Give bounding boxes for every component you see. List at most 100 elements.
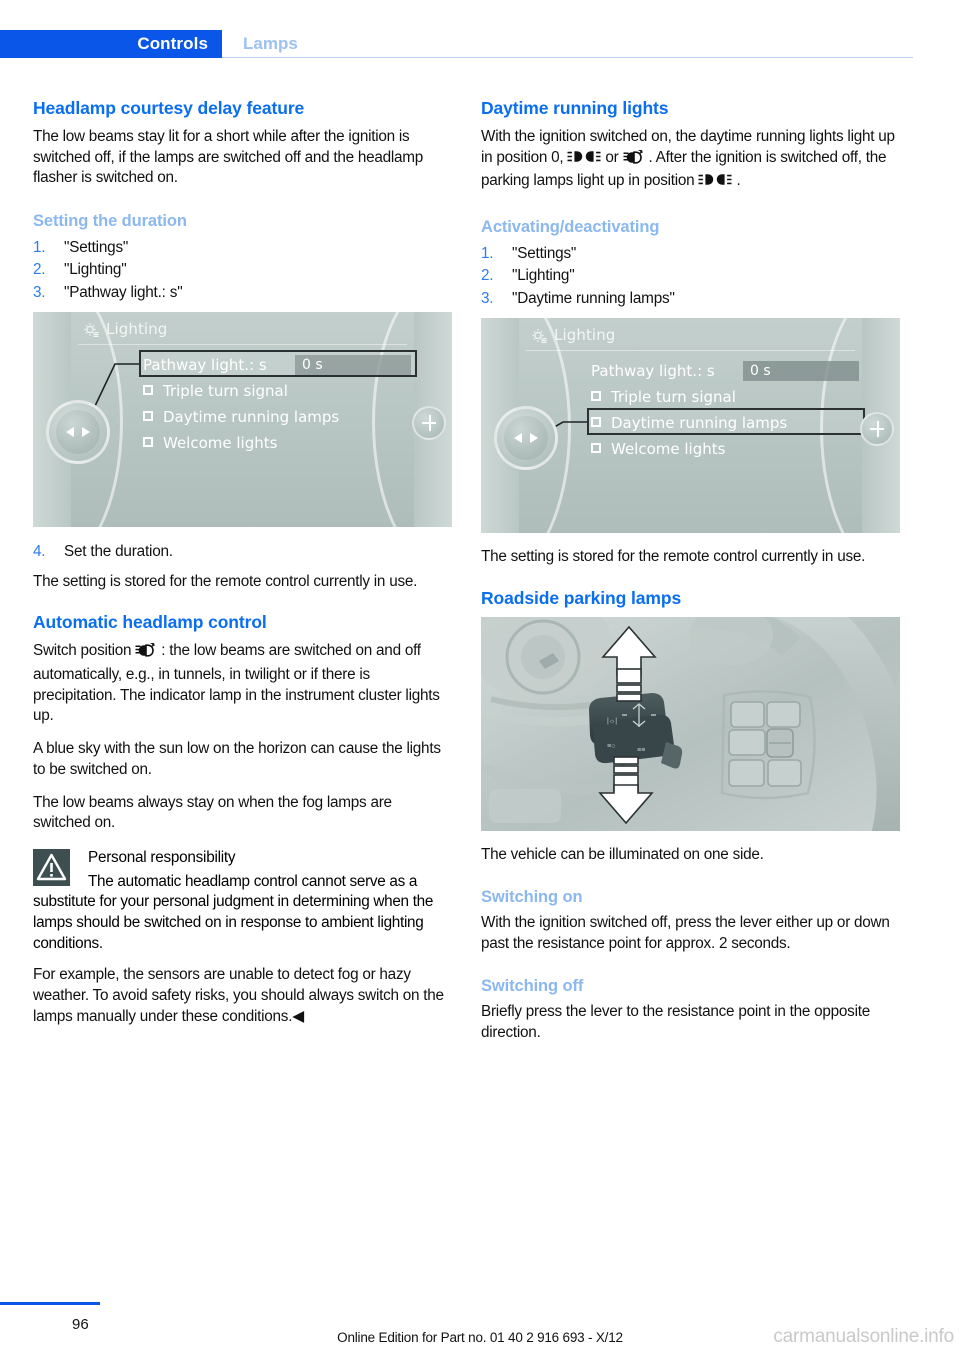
paragraph-fog-lamps: The low beams always stay on when the fo…	[33, 793, 392, 832]
heading-daytime-running-lights: Daytime running lights	[481, 98, 669, 118]
auto-headlamp-icon: A	[619, 149, 649, 172]
plus-button[interactable]	[860, 412, 894, 447]
subheading-setting-the-duration: Setting the duration	[33, 212, 187, 231]
list-item: 1. "Settings"	[481, 243, 900, 265]
svg-text:A: A	[639, 150, 643, 155]
left-column: Headlamp courtesy delay feature The low …	[33, 98, 452, 1040]
gear-icon	[82, 321, 100, 344]
idrive-row-welcome-lights[interactable]: Welcome lights	[591, 436, 861, 462]
steps-setting-duration-continued: 4. Set the duration.	[33, 541, 452, 563]
list-item: 3. "Daytime running lamps"	[481, 288, 900, 310]
chevron-left-icon	[514, 433, 522, 444]
photo-steering-column-lever: |☼| ≡○ ≡≡	[481, 616, 900, 831]
idrive-title: Lighting	[554, 326, 616, 345]
step-text: "Pathway light.: s"	[64, 283, 183, 301]
paragraph-daytime-running-lights: With the ignition switched on, the dayti…	[481, 127, 900, 195]
subheading-switching-off: Switching off	[481, 977, 584, 996]
idrive-row-label: Welcome lights	[163, 434, 278, 453]
heading-automatic-headlamp-control: Automatic headlamp control	[33, 612, 267, 633]
paragraph-switching-on: With the ignition switched off, press th…	[481, 914, 890, 952]
checkbox-icon[interactable]	[143, 437, 153, 448]
watermark: carmanualsonline.info	[773, 1326, 954, 1347]
subheading-activating-deactivating: Activating/deactivating	[481, 218, 660, 237]
list-item: 1. "Settings"	[33, 237, 452, 259]
idrive-row-value[interactable]: 0 s	[743, 361, 859, 382]
idrive-row-pathway-light[interactable]: Pathway light.: s 0 s	[591, 358, 861, 384]
checkbox-icon[interactable]	[591, 391, 601, 402]
auto-para-before: Switch position	[33, 642, 132, 660]
paragraph-warning-tail: For example, the sensors are unable to d…	[33, 966, 444, 1025]
steps-setting-duration: 1. "Settings" 2. "Lighting" 3. "Pathway …	[33, 237, 452, 304]
step-text: "Lighting"	[512, 267, 575, 285]
paragraph-switching-off: Briefly press the lever to the resistanc…	[481, 1003, 870, 1041]
idrive-selection-highlight	[139, 350, 417, 378]
step-number: 1.	[481, 244, 494, 262]
header-tab-controls[interactable]: Controls	[0, 30, 222, 58]
list-item: 2. "Lighting"	[33, 259, 452, 281]
list-item: 2. "Lighting"	[481, 265, 900, 287]
paragraph-automatic-headlamp: Switch position A : the low beams are sw…	[33, 641, 452, 727]
right-column: Daytime running lights With the ignition…	[481, 98, 900, 1056]
gear-icon	[530, 327, 548, 350]
idrive-title-divider	[78, 344, 407, 346]
step-number: 2.	[33, 261, 46, 279]
idrive-row-label: Triple turn signal	[611, 388, 736, 407]
checkbox-icon[interactable]	[143, 411, 153, 422]
drl-part2: or	[605, 148, 619, 166]
paragraph-blue-sky: A blue sky with the sun low on the horiz…	[33, 740, 441, 778]
svg-text:≡○: ≡○	[607, 743, 615, 750]
header-tab-label: Controls	[137, 34, 208, 53]
idrive-controller-knob[interactable]	[46, 400, 110, 465]
list-item: 3. "Pathway light.: s"	[33, 282, 452, 304]
checkbox-icon[interactable]	[591, 443, 601, 454]
idrive-row-label: Triple turn signal	[163, 382, 288, 401]
idrive-title: Lighting	[106, 320, 168, 339]
chevron-left-icon	[66, 427, 74, 438]
knob-inner	[56, 410, 100, 455]
footer-rule	[0, 1302, 100, 1305]
paragraph-stored-note-right: The setting is stored for the remote con…	[481, 548, 866, 566]
idrive-row-triple-turn-signal[interactable]: Triple turn signal	[591, 384, 861, 410]
step-number: 1.	[33, 238, 46, 256]
idrive-screenshot-daytime-running-lamps: Lighting Pathway light.: s 0 s Triple tu…	[481, 318, 900, 534]
paragraph-illuminated-one-side: The vehicle can be illuminated on one si…	[481, 845, 764, 863]
svg-text:|☼|: |☼|	[607, 718, 617, 725]
svg-text:A: A	[152, 643, 156, 648]
step-text: "Lighting"	[64, 261, 127, 279]
idrive-row-triple-turn-signal[interactable]: Triple turn signal	[143, 378, 413, 404]
step-number: 3.	[33, 283, 46, 301]
warning-title: Personal responsibility	[88, 848, 236, 866]
idrive-controller-knob[interactable]	[494, 406, 558, 471]
heading-roadside-parking-lamps: Roadside parking lamps	[481, 587, 682, 608]
step-text: Set the duration.	[64, 543, 173, 561]
idrive-row-label: Welcome lights	[611, 440, 726, 459]
drl-part4: .	[736, 172, 741, 190]
checkbox-icon[interactable]	[143, 385, 153, 396]
steps-activating-deactivating: 1. "Settings" 2. "Lighting" 3. "Daytime …	[481, 243, 900, 310]
parking-lamp-icon	[563, 150, 605, 172]
step-number: 2.	[481, 267, 494, 285]
plus-button[interactable]	[412, 406, 446, 441]
idrive-row-welcome-lights[interactable]: Welcome lights	[143, 430, 413, 456]
svg-text:≡≡: ≡≡	[637, 747, 645, 754]
warning-body: The automatic headlamp control cannot se…	[33, 872, 434, 952]
idrive-row-label: Pathway light.: s	[591, 362, 715, 381]
idrive-screenshot-pathway-light: Lighting Pathway light.: s 0 s Triple tu…	[33, 312, 452, 528]
chevron-right-icon	[530, 433, 538, 444]
warning-block: Personal responsibility The automatic he…	[33, 848, 452, 955]
subheading-switching-on: Switching on	[481, 888, 583, 907]
idrive-title-divider	[526, 350, 855, 352]
header-section-label: Lamps	[243, 34, 298, 53]
step-number: 4.	[33, 543, 46, 561]
page-header: Controls Lamps	[0, 0, 960, 62]
idrive-row-label: Daytime running lamps	[163, 408, 340, 427]
step-text: "Daytime running lamps"	[512, 289, 675, 307]
idrive-row-daytime-running-lamps[interactable]: Daytime running lamps	[143, 404, 413, 430]
idrive-selection-highlight	[587, 408, 865, 436]
step-text: "Settings"	[512, 244, 577, 262]
list-item: 4. Set the duration.	[33, 541, 452, 563]
auto-headlamp-icon: A	[131, 642, 161, 665]
parking-lamp-icon	[694, 173, 736, 195]
paragraph-stored-note-left: The setting is stored for the remote con…	[33, 572, 418, 590]
paragraph-courtesy-delay-intro: The low beams stay lit for a short while…	[33, 127, 424, 187]
